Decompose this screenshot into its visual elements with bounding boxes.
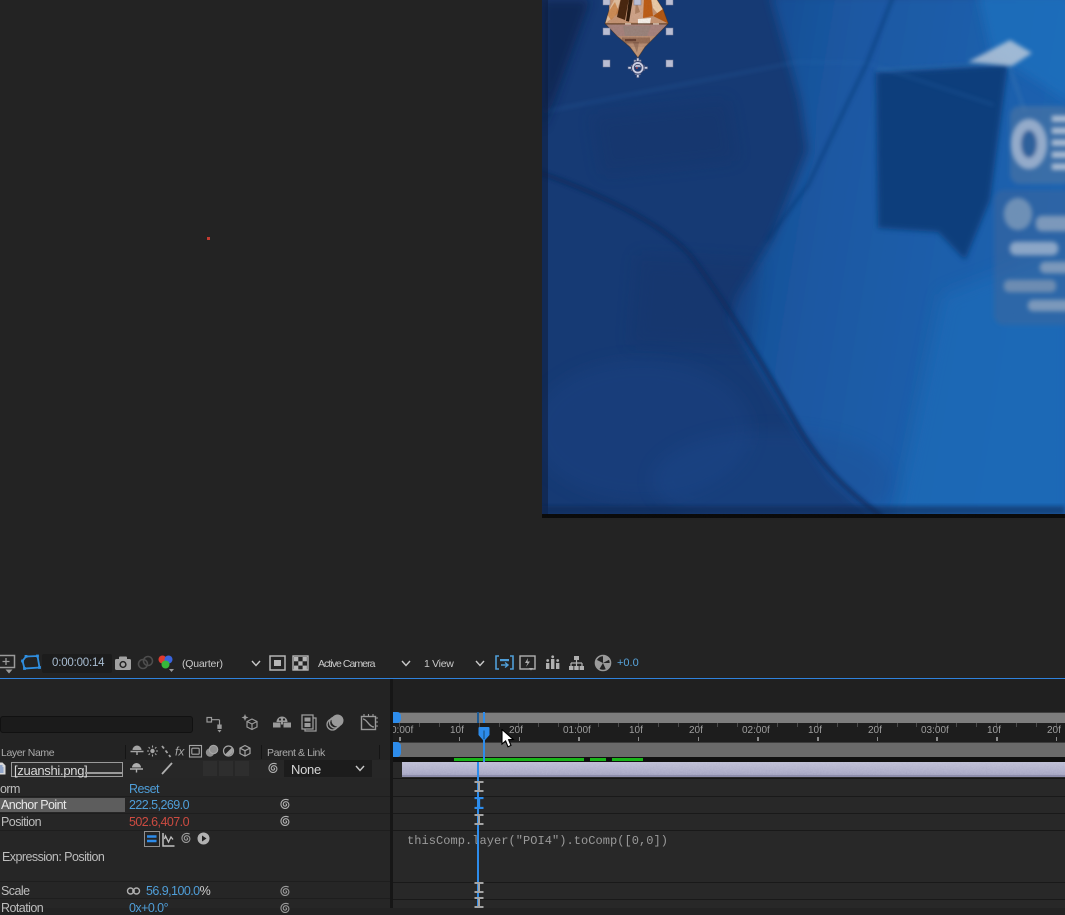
svg-text:fx: fx <box>175 745 185 759</box>
